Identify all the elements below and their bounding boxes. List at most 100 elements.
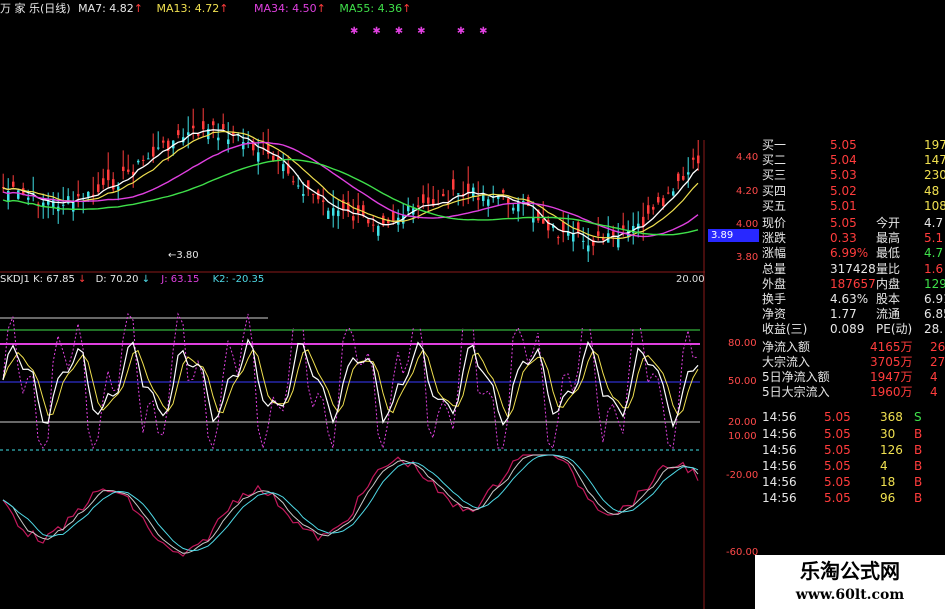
candle-body [217, 137, 220, 141]
stat-value: 28. [924, 322, 944, 337]
candle-body [452, 179, 455, 190]
candle-body [142, 159, 145, 161]
up-arrow-icon: ↑ [402, 2, 412, 15]
stat-value: 0.33 [830, 231, 857, 246]
candle-body [77, 193, 80, 197]
flow-label: 大宗流入 [762, 354, 811, 369]
kdj-d-line [2, 348, 699, 419]
stat-label: 最低 [876, 246, 901, 261]
candle-body [212, 121, 215, 126]
candle-body [557, 237, 560, 239]
bid-volume: 230 [924, 168, 945, 183]
stat-label: 量比 [876, 261, 901, 276]
candle-body [62, 204, 65, 206]
kdj-j-line [2, 312, 699, 450]
bid-price: 5.03 [830, 168, 857, 183]
candle-body [227, 139, 230, 145]
candle-body [107, 169, 110, 181]
bid-price: 5.05 [830, 138, 857, 152]
tick-time: 14:56 [762, 459, 797, 473]
bid-label: 买三 [762, 168, 787, 183]
bid-label: 买五 [762, 198, 787, 213]
candle-body [312, 193, 315, 195]
candle-body [662, 198, 665, 206]
candle-body [137, 160, 140, 163]
candle-body [467, 183, 470, 193]
candle-body [672, 191, 675, 196]
tick-volume: 18 [880, 475, 896, 490]
kdj-d: D: 70.20 [95, 274, 139, 285]
candle-body [612, 231, 615, 236]
ma55-label: MA55: 4.36 [339, 2, 403, 15]
stat-label: 股本 [876, 292, 901, 306]
kdj-header-tail: 20.00 [676, 274, 705, 285]
tick-volume: 126 [880, 442, 903, 457]
candle-body [392, 211, 395, 221]
candle-body [572, 233, 575, 242]
tick-side: B [914, 442, 923, 457]
bid-volume: 48 [924, 183, 940, 198]
candle-body [52, 199, 55, 209]
candle-body [117, 186, 120, 190]
moving-average-lines [2, 129, 699, 243]
candle-body [677, 173, 680, 182]
candle-body [457, 193, 460, 195]
stat-label: 今开 [876, 216, 901, 230]
candle-body [202, 121, 205, 130]
stat-label: 现价 [762, 216, 787, 230]
bid-label: 买一 [762, 138, 787, 152]
candle-body [697, 155, 700, 164]
down-arrow-icon: ↓ [78, 274, 87, 285]
tick-side: B [914, 459, 923, 473]
candle-body [577, 222, 580, 234]
candle-body [407, 205, 410, 212]
flow-value-2: 27 [930, 354, 945, 369]
tick-side: B [914, 426, 923, 441]
candle-body [242, 142, 245, 150]
candle-body [127, 169, 130, 172]
kdj-k-line [2, 338, 699, 429]
tick-time: 14:56 [762, 410, 797, 425]
tick-time: 14:56 [762, 475, 797, 490]
candle-body [647, 205, 650, 214]
stat-value: 1.6 [924, 261, 944, 276]
tick-volume: 96 [880, 491, 896, 506]
bid-volume: 197 [924, 138, 945, 152]
watermark-title: 乐淘公式网 [800, 559, 900, 583]
bid-volume: 147 [924, 153, 945, 168]
watermark-url: www.60lt.com [795, 587, 905, 603]
candle-body [422, 194, 425, 203]
candle-body [157, 147, 160, 149]
candle-body [27, 197, 30, 200]
tick-volume: 4 [880, 459, 888, 473]
stock-title: 万 家 乐(日线) [0, 2, 71, 15]
tick-price: 5.05 [824, 491, 851, 506]
candle-body [542, 219, 545, 224]
candle-body [87, 191, 90, 197]
down-arrow-icon: ↓ [141, 274, 151, 285]
candle-body [687, 172, 690, 175]
tick-volume: 368 [880, 410, 903, 425]
tick-price: 5.05 [824, 459, 851, 473]
stat-value: 4.7 [924, 246, 944, 261]
stat-value: 4.63% [830, 292, 869, 306]
bid-label: 买四 [762, 183, 787, 198]
tick-price: 5.05 [824, 442, 851, 457]
candle-body [17, 190, 20, 199]
stat-value: 317428 [830, 261, 876, 276]
stat-label: 净资 [762, 307, 787, 322]
candle-body [257, 152, 260, 162]
signal-markers: ✱✱✱✱ ✱✱ [350, 26, 502, 37]
candle-body [377, 226, 380, 236]
candle-body [417, 205, 420, 207]
stat-label: 换手 [762, 292, 787, 306]
candle-body [372, 224, 375, 226]
candle-body [12, 181, 15, 187]
stat-label: PE(动) [876, 322, 913, 337]
flow-label: 5日净流入额 [762, 370, 830, 384]
kdj-lines [2, 312, 699, 450]
tick-price: 5.05 [824, 410, 851, 425]
stat-value: 5.1 [924, 231, 944, 246]
low-price-marker: ←3.80 [168, 250, 199, 261]
stat-label: 外盘 [762, 276, 787, 291]
